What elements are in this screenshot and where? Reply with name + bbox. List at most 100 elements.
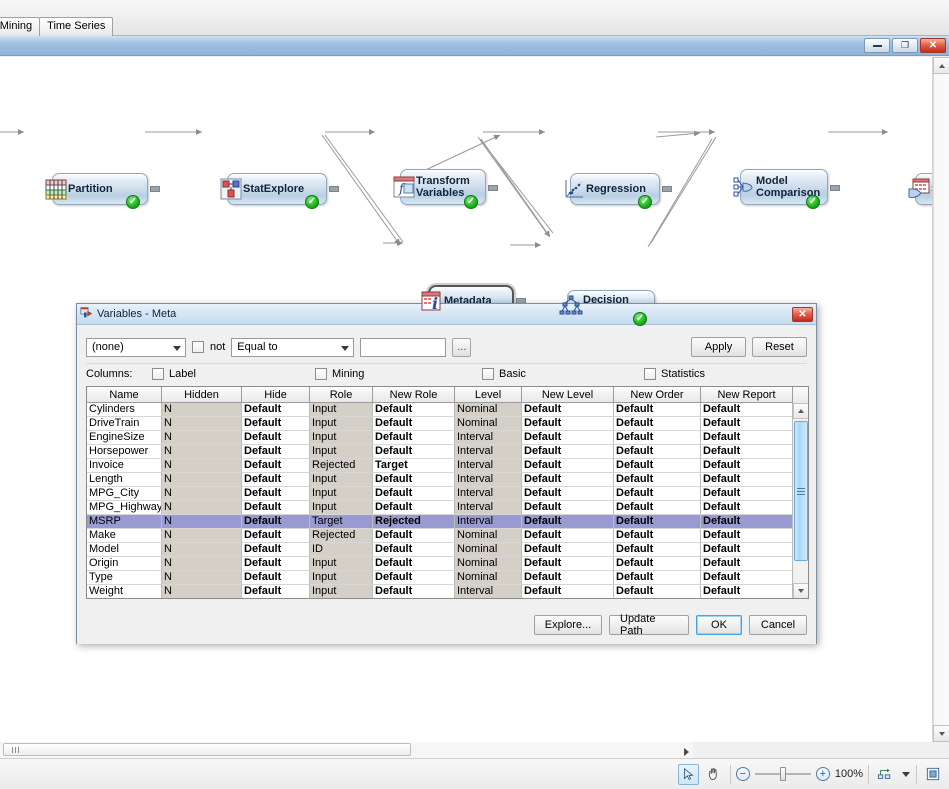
table-row[interactable]: TypeNDefaultInputDefaultNominalDefaultDe… xyxy=(87,571,793,585)
filter-column-select[interactable]: (none) xyxy=(86,338,186,357)
table-cell[interactable]: Default xyxy=(614,417,701,431)
table-cell[interactable]: Default xyxy=(242,473,310,487)
table-cell[interactable]: Default xyxy=(522,585,614,599)
table-cell[interactable]: Interval xyxy=(455,501,522,515)
table-cell[interactable]: Default xyxy=(373,543,455,557)
table-cell[interactable]: Default xyxy=(701,473,793,487)
table-cell[interactable]: Default xyxy=(701,417,793,431)
restore-button[interactable]: ❐ xyxy=(892,38,918,53)
table-cell[interactable]: Interval xyxy=(455,431,522,445)
table-row[interactable]: MPG_CityNDefaultInputDefaultIntervalDefa… xyxy=(87,487,793,501)
table-cell[interactable]: Default xyxy=(522,473,614,487)
table-cell[interactable]: N xyxy=(162,585,242,599)
table-cell[interactable]: Default xyxy=(522,487,614,501)
table-cell[interactable]: Target xyxy=(310,515,373,529)
table-cell[interactable]: Interval xyxy=(455,487,522,501)
node-regression[interactable]: Regression ✓ xyxy=(548,173,660,205)
cancel-button[interactable]: Cancel xyxy=(749,615,807,635)
filter-operator-select[interactable]: Equal to xyxy=(231,338,354,357)
table-cell[interactable]: Interval xyxy=(455,585,522,599)
table-cell[interactable]: Default xyxy=(373,473,455,487)
table-row[interactable]: MSRPNDefaultTargetRejectedIntervalDefaul… xyxy=(87,515,793,529)
table-cell[interactable]: N xyxy=(162,431,242,445)
table-cell[interactable]: Default xyxy=(242,501,310,515)
table-cell[interactable]: Default xyxy=(373,585,455,599)
apply-button[interactable]: Apply xyxy=(691,337,746,357)
table-cell[interactable]: Default xyxy=(701,543,793,557)
table-cell[interactable]: Input xyxy=(310,417,373,431)
table-column-header[interactable]: New Order xyxy=(614,387,701,403)
table-row[interactable]: InvoiceNDefaultRejectedTargetIntervalDef… xyxy=(87,459,793,473)
table-cell[interactable]: Default xyxy=(614,445,701,459)
table-row[interactable]: OriginNDefaultInputDefaultNominalDefault… xyxy=(87,557,793,571)
table-cell[interactable]: EngineSize xyxy=(87,431,162,445)
table-cell[interactable]: Default xyxy=(701,515,793,529)
table-cell[interactable]: N xyxy=(162,403,242,417)
table-cell[interactable]: Horsepower xyxy=(87,445,162,459)
table-cell[interactable]: Default xyxy=(522,543,614,557)
table-row[interactable]: EngineSizeNDefaultInputDefaultIntervalDe… xyxy=(87,431,793,445)
table-cell[interactable]: Default xyxy=(614,515,701,529)
table-cell[interactable]: Input xyxy=(310,557,373,571)
table-cell[interactable]: Default xyxy=(373,529,455,543)
table-cell[interactable]: Length xyxy=(87,473,162,487)
table-column-header[interactable]: Hidden xyxy=(162,387,242,403)
table-body[interactable]: CylindersNDefaultInputDefaultNominalDefa… xyxy=(87,403,793,599)
close-window-button[interactable]: ✕ xyxy=(920,38,946,53)
table-cell[interactable]: Model xyxy=(87,543,162,557)
table-cell[interactable]: MPG_City xyxy=(87,487,162,501)
table-cell[interactable]: Default xyxy=(614,501,701,515)
table-cell[interactable]: Default xyxy=(242,515,310,529)
column-toggle-basic[interactable]: Basic xyxy=(482,368,526,380)
minimize-button[interactable] xyxy=(864,38,890,53)
node-partition[interactable]: Partition ✓ xyxy=(30,173,148,205)
table-cell[interactable]: Default xyxy=(522,515,614,529)
table-cell[interactable]: Nominal xyxy=(455,543,522,557)
table-cell[interactable]: N xyxy=(162,515,242,529)
checkbox-label-column[interactable] xyxy=(152,368,164,380)
table-cell[interactable]: Default xyxy=(522,403,614,417)
table-cell[interactable]: Default xyxy=(522,445,614,459)
table-cell[interactable]: Default xyxy=(242,585,310,599)
table-cell[interactable]: Default xyxy=(614,529,701,543)
table-row[interactable]: HorsepowerNDefaultInputDefaultIntervalDe… xyxy=(87,445,793,459)
table-cell[interactable]: Target xyxy=(373,459,455,473)
node-output-port[interactable] xyxy=(488,185,498,191)
table-cell[interactable]: Input xyxy=(310,403,373,417)
table-row[interactable]: MakeNDefaultRejectedDefaultNominalDefaul… xyxy=(87,529,793,543)
table-cell[interactable]: Input xyxy=(310,431,373,445)
zoom-in-button[interactable]: + xyxy=(816,767,830,781)
tab-time-series[interactable]: Time Series xyxy=(39,17,113,36)
table-cell[interactable]: Cylinders xyxy=(87,403,162,417)
explore-button[interactable]: Explore... xyxy=(534,615,602,635)
table-cell[interactable]: Interval xyxy=(455,473,522,487)
table-cell[interactable]: Default xyxy=(242,487,310,501)
table-column-header[interactable]: New Role xyxy=(373,387,455,403)
table-cell[interactable]: N xyxy=(162,473,242,487)
node-output-port[interactable] xyxy=(662,186,672,192)
table-cell[interactable]: Default xyxy=(701,403,793,417)
table-cell[interactable]: N xyxy=(162,557,242,571)
table-cell[interactable]: Default xyxy=(242,445,310,459)
table-cell[interactable]: Default xyxy=(522,431,614,445)
table-cell[interactable]: Default xyxy=(522,417,614,431)
table-column-header[interactable]: Name xyxy=(87,387,162,403)
table-cell[interactable]: Default xyxy=(701,571,793,585)
node-output-port[interactable] xyxy=(329,186,339,192)
checkbox-statistics-column[interactable] xyxy=(644,368,656,380)
scroll-track[interactable] xyxy=(933,74,949,725)
scroll-up-button[interactable] xyxy=(793,403,809,419)
table-column-header[interactable]: Level xyxy=(455,387,522,403)
table-cell[interactable]: Nominal xyxy=(455,403,522,417)
scroll-thumb[interactable] xyxy=(3,743,411,756)
table-cell[interactable]: Default xyxy=(373,557,455,571)
node-statexplore[interactable]: StatExplore ✓ xyxy=(205,173,327,205)
table-cell[interactable]: Default xyxy=(373,431,455,445)
table-cell[interactable]: Input xyxy=(310,585,373,599)
table-cell[interactable]: Default xyxy=(373,571,455,585)
table-cell[interactable]: Input xyxy=(310,487,373,501)
table-cell[interactable]: Default xyxy=(242,417,310,431)
table-cell[interactable]: N xyxy=(162,529,242,543)
table-cell[interactable]: Input xyxy=(310,445,373,459)
table-vertical-scrollbar[interactable] xyxy=(792,403,808,599)
